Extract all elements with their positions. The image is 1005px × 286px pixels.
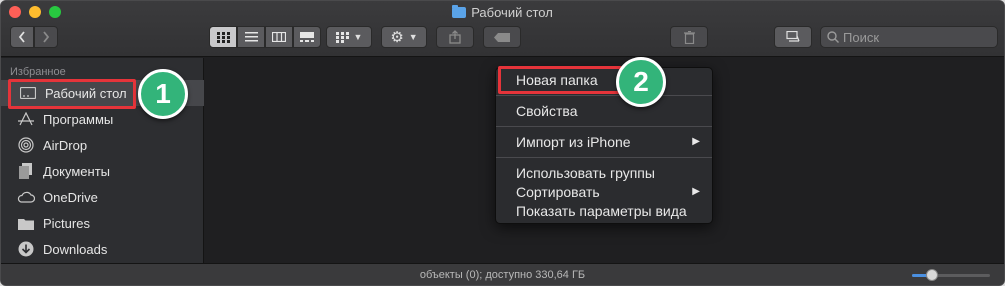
sidebar-item-label: Документы bbox=[43, 163, 111, 179]
search-field[interactable] bbox=[820, 26, 998, 48]
airdrop-icon bbox=[17, 137, 35, 153]
menu-item-import-iphone[interactable]: Импорт из iPhone ▶ bbox=[496, 133, 712, 151]
gallery-icon bbox=[300, 32, 314, 42]
menu-item-label: Сортировать bbox=[516, 184, 600, 200]
back-button[interactable] bbox=[10, 26, 34, 48]
chevron-down-icon: ▼ bbox=[408, 32, 418, 42]
chevron-down-icon: ▼ bbox=[353, 32, 363, 42]
context-menu: Новая папка Свойства Импорт из iPhone ▶ … bbox=[495, 67, 713, 224]
sidebar-item-label: Pictures bbox=[43, 215, 90, 231]
search-input[interactable] bbox=[843, 29, 983, 45]
sidebar-item-label: Downloads bbox=[43, 241, 108, 257]
sidebar-item-documents[interactable]: Документы bbox=[1, 158, 204, 184]
menu-separator bbox=[496, 95, 712, 96]
nav-buttons bbox=[10, 26, 58, 48]
menu-item-label: Импорт из iPhone bbox=[516, 134, 631, 150]
action-button[interactable]: ⚙ ▼ bbox=[381, 26, 427, 48]
title-bar: Рабочий стол ▼ ⚙ ▼ Поиск bbox=[1, 1, 1004, 57]
chevron-right-icon bbox=[43, 31, 50, 43]
computer-icon bbox=[786, 31, 800, 42]
sidebar-item-label: Программы bbox=[43, 111, 114, 127]
group-grid-icon bbox=[335, 31, 349, 43]
connect-button[interactable] bbox=[774, 26, 812, 48]
gear-icon: ⚙ bbox=[390, 29, 404, 46]
documents-icon bbox=[17, 163, 35, 179]
group-button[interactable]: ▼ bbox=[326, 26, 372, 48]
tag-icon bbox=[494, 32, 510, 42]
zoom-slider-knob[interactable] bbox=[925, 269, 938, 281]
menu-item-view-options[interactable]: Показать параметры вида bbox=[496, 202, 712, 220]
sidebar-heading: Избранное bbox=[10, 66, 66, 78]
window-title: Рабочий стол bbox=[1, 5, 1004, 21]
list-icon bbox=[244, 32, 258, 42]
cloud-icon bbox=[17, 189, 35, 205]
menu-item-label: Использовать группы bbox=[516, 165, 655, 181]
share-button[interactable] bbox=[436, 26, 474, 48]
sidebar-item-label: AirDrop bbox=[43, 137, 88, 153]
status-bar: объекты (0); доступно 330,64 ГБ bbox=[1, 263, 1004, 285]
step-badge-1: 1 bbox=[138, 69, 188, 119]
menu-item-use-groups[interactable]: Использовать группы bbox=[496, 164, 712, 182]
delete-button[interactable] bbox=[670, 26, 708, 48]
desktop-icon bbox=[19, 85, 37, 101]
download-icon bbox=[17, 241, 35, 257]
columns-icon bbox=[272, 32, 286, 42]
chevron-left-icon bbox=[18, 31, 25, 43]
grid-icon bbox=[216, 31, 230, 43]
tags-button[interactable] bbox=[483, 26, 521, 48]
folder-icon bbox=[17, 215, 35, 231]
applications-icon bbox=[17, 111, 35, 127]
forward-button[interactable] bbox=[34, 26, 58, 48]
status-text: объекты (0); доступно 330,64 ГБ bbox=[419, 269, 586, 281]
search-icon bbox=[827, 31, 839, 43]
menu-item-properties[interactable]: Свойства bbox=[496, 102, 712, 120]
trash-icon bbox=[683, 30, 695, 44]
sidebar-item-pictures[interactable]: Pictures bbox=[1, 210, 204, 236]
menu-item-label: Показать параметры вида bbox=[516, 203, 687, 219]
list-view-button[interactable] bbox=[237, 26, 265, 48]
menu-item-label: Новая папка bbox=[516, 72, 598, 88]
finder-window: Рабочий стол ▼ ⚙ ▼ Поиск Избранное Рабоч… bbox=[0, 0, 1005, 286]
view-mode-control bbox=[209, 26, 321, 48]
window-title-text: Рабочий стол bbox=[471, 5, 553, 20]
menu-separator bbox=[496, 157, 712, 158]
menu-item-sort[interactable]: Сортировать ▶ bbox=[496, 183, 712, 201]
sidebar-item-label: OneDrive bbox=[43, 189, 98, 205]
step-badge-2: 2 bbox=[616, 57, 666, 107]
folder-icon bbox=[452, 5, 467, 18]
sidebar-item-downloads[interactable]: Downloads bbox=[1, 236, 204, 262]
submenu-arrow-icon: ▶ bbox=[692, 186, 700, 197]
menu-separator bbox=[496, 126, 712, 127]
share-icon bbox=[449, 30, 461, 44]
gallery-view-button[interactable] bbox=[293, 26, 321, 48]
menu-item-new-folder[interactable]: Новая папка bbox=[496, 71, 712, 89]
submenu-arrow-icon: ▶ bbox=[692, 136, 700, 147]
column-view-button[interactable] bbox=[265, 26, 293, 48]
sidebar-item-airdrop[interactable]: AirDrop bbox=[1, 132, 204, 158]
icon-view-button[interactable] bbox=[209, 26, 237, 48]
menu-item-label: Свойства bbox=[516, 103, 578, 119]
sidebar-item-onedrive[interactable]: OneDrive bbox=[1, 184, 204, 210]
sidebar-item-label: Рабочий стол bbox=[45, 85, 127, 101]
